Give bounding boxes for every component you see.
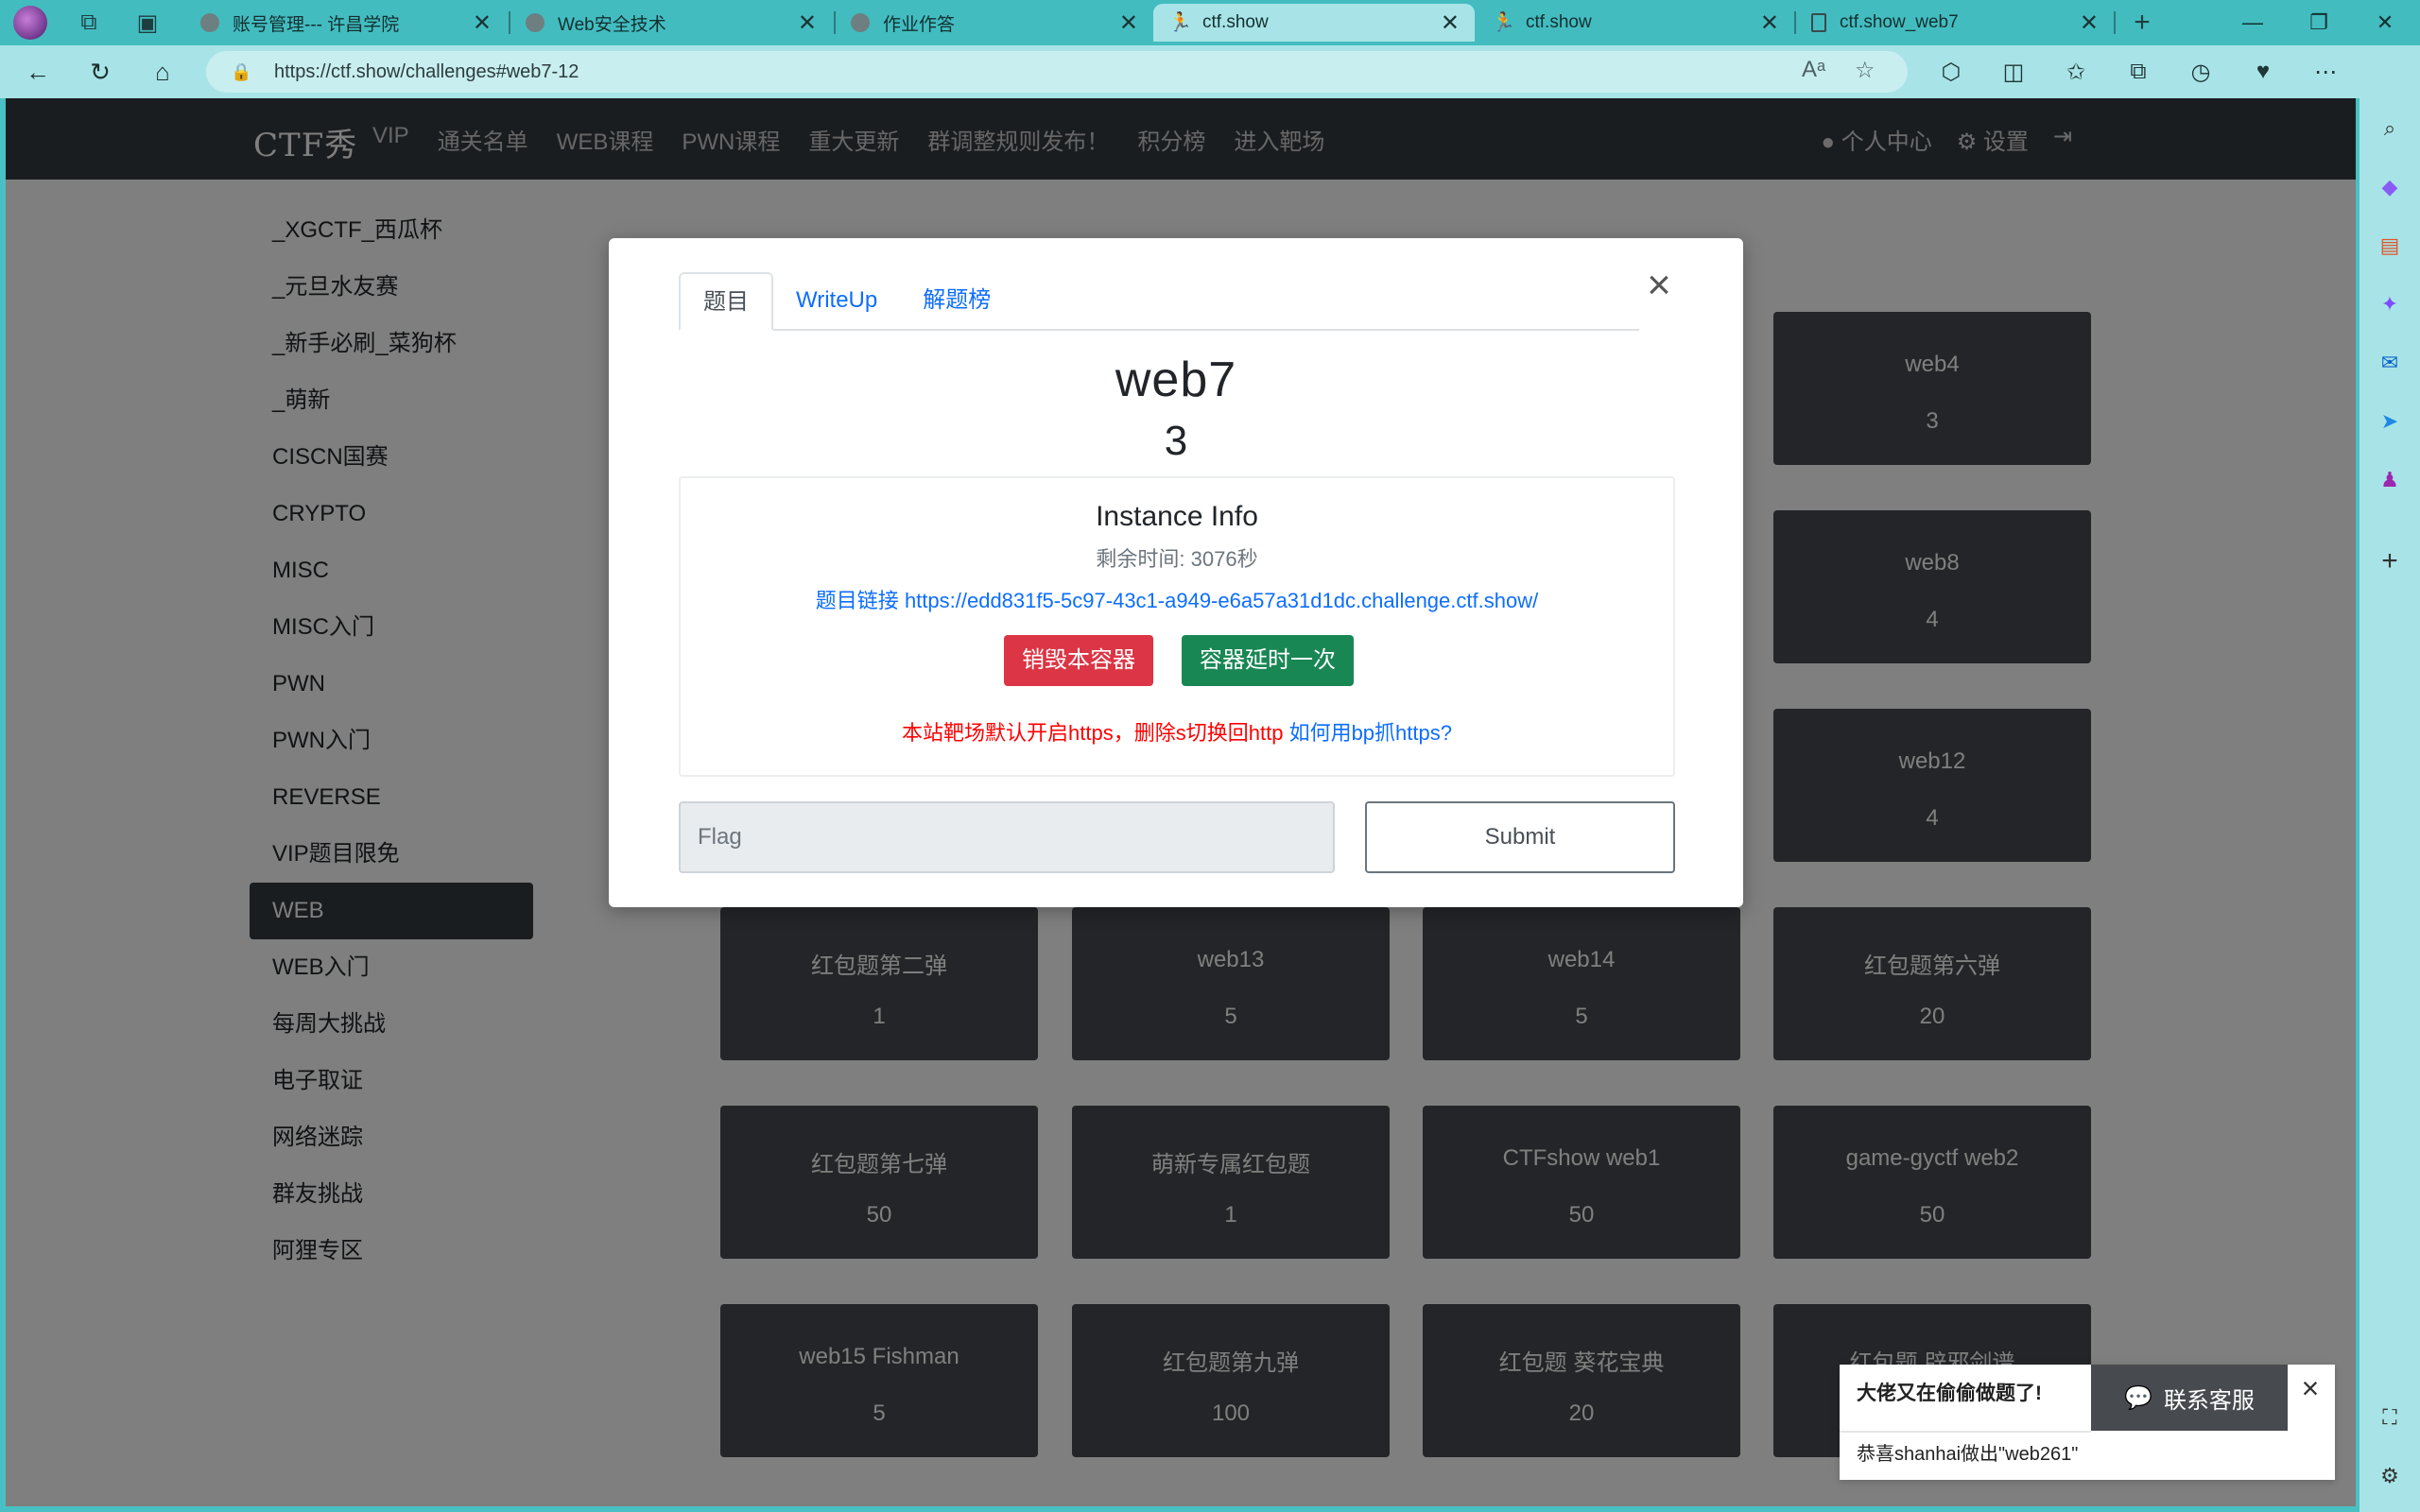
send-icon[interactable]: ➤ bbox=[2375, 406, 2405, 437]
flag-input[interactable]: Flag bbox=[679, 801, 1335, 873]
tab-challenge[interactable]: 题目 bbox=[679, 272, 773, 331]
tab-label: 作业作答 bbox=[883, 14, 956, 35]
https-warning-text: 本站靶场默认开启https，删除s切换回http bbox=[902, 721, 1284, 745]
close-tab-icon[interactable]: ✕ bbox=[1441, 9, 1460, 37]
history-icon[interactable]: ◷ bbox=[2182, 53, 2220, 91]
home-icon[interactable]: ⌂ bbox=[144, 53, 182, 91]
games-icon[interactable]: ♟ bbox=[2375, 465, 2405, 495]
extensions-icon[interactable]: ⬡ bbox=[1932, 53, 1970, 91]
contact-support-button[interactable]: 💬 联系客服 bbox=[2091, 1365, 2288, 1431]
new-tab-icon[interactable]: + bbox=[2119, 0, 2165, 45]
tab-6[interactable]: ctf.show_web7 ✕ bbox=[1796, 4, 2114, 42]
tab-label: 账号管理--- 许昌学院 bbox=[233, 14, 400, 35]
more-menu-icon[interactable]: ⋯ bbox=[2307, 53, 2344, 91]
workspaces-icon[interactable]: ⧉ bbox=[66, 0, 112, 45]
copilot-icon[interactable]: ✦ bbox=[2375, 289, 2405, 319]
instance-title: Instance Info bbox=[1096, 501, 1258, 532]
toast-divider bbox=[1840, 1431, 2091, 1433]
close-window-icon[interactable]: ✕ bbox=[2358, 0, 2412, 45]
split-screen-icon[interactable]: ◫ bbox=[1995, 53, 2032, 91]
tab-solvers[interactable]: 解题榜 bbox=[900, 272, 1013, 331]
submit-button[interactable]: Submit bbox=[1365, 801, 1675, 873]
favorite-star-icon[interactable]: ☆ bbox=[1855, 57, 1876, 84]
toast-title: 大佬又在偷偷做题了! bbox=[1857, 1383, 2042, 1404]
challenge-points: 3 bbox=[1164, 418, 1188, 464]
globe-icon bbox=[526, 13, 544, 32]
link-url[interactable]: https://edd831f5-5c97-43c1-a949-e6a57a31… bbox=[905, 589, 1538, 612]
tab-actions-icon[interactable]: ▣ bbox=[125, 0, 170, 45]
time-remaining: 剩余时间: 3076秒 bbox=[1096, 547, 1258, 571]
web-page: CTF秀 VIP 通关名单 WEB课程 PWN课程 重大更新 群调整规则发布！ … bbox=[6, 98, 2356, 1506]
challenge-link[interactable]: 题目链接 https://edd831f5-5c97-43c1-a949-e6a… bbox=[681, 584, 1673, 614]
restore-icon[interactable]: ❐ bbox=[2291, 0, 2346, 45]
close-tab-icon[interactable]: ✕ bbox=[1760, 9, 1779, 37]
toast-message: 恭喜shanhai做出"web261" bbox=[1857, 1444, 2079, 1465]
tab-1[interactable]: 账号管理--- 许昌学院 ✕ bbox=[185, 4, 507, 42]
document-icon bbox=[1811, 13, 1826, 32]
tab-label: ctf.show bbox=[1526, 12, 1592, 32]
minimize-icon[interactable]: — bbox=[2225, 0, 2280, 45]
ctfshow-favicon: 🏃 bbox=[1492, 12, 1515, 33]
https-notice: 本站靶场默认开启https，删除s切换回http 如何用bp抓https? bbox=[681, 716, 1673, 747]
close-icon[interactable]: × bbox=[1639, 265, 1679, 306]
bp-https-link[interactable]: 如何用bp抓https? bbox=[1289, 721, 1452, 745]
tab-4-active[interactable]: 🏃 ctf.show ✕ bbox=[1153, 4, 1475, 42]
contact-support-label: 联系客服 bbox=[2163, 1387, 2255, 1414]
globe-icon bbox=[851, 13, 870, 32]
refresh-icon[interactable]: ↻ bbox=[81, 53, 119, 91]
back-icon[interactable]: ← bbox=[19, 53, 57, 91]
settings-gear-icon[interactable]: ⚙ bbox=[2375, 1461, 2405, 1491]
address-toolbar: ← ↻ ⌂ 🔒 https://ctf.show/challenges#web7… bbox=[0, 45, 2420, 98]
outlook-icon[interactable]: ✉ bbox=[2375, 348, 2405, 378]
challenge-title: web7 bbox=[1115, 352, 1237, 407]
close-tab-icon[interactable]: ✕ bbox=[798, 9, 817, 37]
destroy-container-button[interactable]: 销毁本容器 bbox=[1004, 635, 1153, 686]
search-icon[interactable]: ⌕ bbox=[2375, 113, 2405, 144]
tab-label: Web安全技术 bbox=[558, 14, 666, 35]
tab-label: ctf.show_web7 bbox=[1840, 12, 1959, 32]
solve-notification-toast: 大佬又在偷偷做题了! 恭喜shanhai做出"web261" 💬 联系客服 × bbox=[1840, 1365, 2335, 1480]
address-bar[interactable]: 🔒 https://ctf.show/challenges#web7-12 Aᵃ… bbox=[206, 51, 1908, 93]
lock-icon[interactable]: 🔒 bbox=[231, 62, 251, 82]
ctfshow-favicon: 🏃 bbox=[1168, 12, 1192, 33]
toolbox-icon[interactable]: ▤ bbox=[2375, 231, 2405, 261]
read-aloud-icon[interactable]: Aᵃ bbox=[1802, 57, 1825, 83]
tab-3[interactable]: 作业作答 ✕ bbox=[836, 4, 1153, 42]
extend-container-button[interactable]: 容器延时一次 bbox=[1182, 635, 1354, 686]
toast-close-icon[interactable]: × bbox=[2293, 1372, 2327, 1406]
link-label: 题目链接 bbox=[815, 589, 899, 612]
url-text[interactable]: https://ctf.show/challenges#web7-12 bbox=[274, 61, 579, 83]
chat-icon: 💬 bbox=[2124, 1384, 2152, 1411]
favorites-icon[interactable]: ✩ bbox=[2057, 53, 2095, 91]
instance-info-panel: Instance Info 剩余时间: 3076秒 题目链接 https://e… bbox=[679, 476, 1675, 777]
edge-sidebar: ⌕ ◆ ▤ ✦ ✉ ➤ ♟ + ⛶ ⚙ bbox=[2360, 98, 2420, 1512]
collections-icon[interactable]: ⧉ bbox=[2119, 53, 2157, 91]
tag-icon[interactable]: ◆ bbox=[2375, 172, 2405, 202]
tab-label: ctf.show bbox=[1202, 12, 1269, 32]
screenshot-icon[interactable]: ⛶ bbox=[2375, 1402, 2405, 1433]
close-tab-icon[interactable]: ✕ bbox=[2080, 9, 2099, 37]
browser-essentials-icon[interactable]: ♥ bbox=[2244, 53, 2282, 91]
tab-separator bbox=[2114, 11, 2116, 34]
tab-2[interactable]: Web安全技术 ✕ bbox=[510, 4, 832, 42]
close-tab-icon[interactable]: ✕ bbox=[1119, 9, 1138, 37]
tab-writeup[interactable]: WriteUp bbox=[773, 272, 900, 331]
tab-5[interactable]: 🏃 ctf.show ✕ bbox=[1477, 4, 1794, 42]
profile-avatar[interactable] bbox=[13, 6, 47, 40]
globe-icon bbox=[200, 13, 219, 32]
modal-tabs: 题目 WriteUp 解题榜 bbox=[679, 272, 1639, 331]
close-tab-icon[interactable]: ✕ bbox=[473, 9, 492, 37]
browser-tab-bar: ⧉ ▣ 账号管理--- 许昌学院 ✕ Web安全技术 ✕ 作业作答 ✕ 🏃 ct… bbox=[0, 0, 2420, 45]
add-icon[interactable]: + bbox=[2375, 545, 2405, 576]
challenge-modal: 题目 WriteUp 解题榜 × web7 3 Instance Info 剩余… bbox=[609, 238, 1743, 907]
